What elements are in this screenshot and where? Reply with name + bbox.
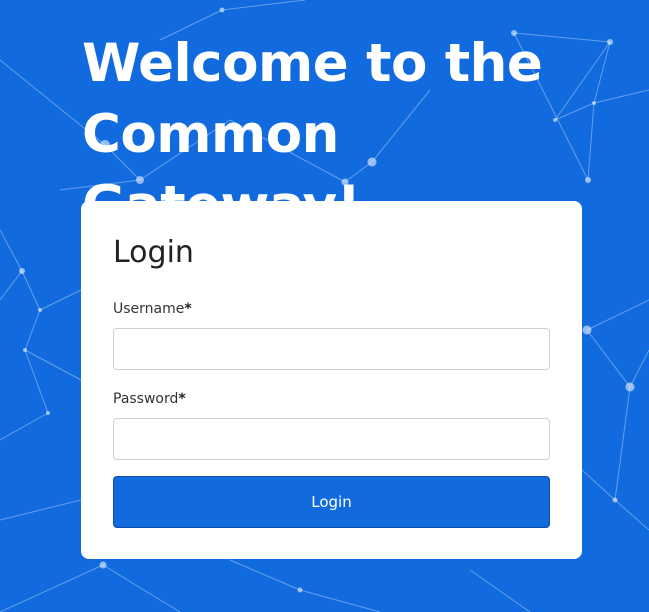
username-label-text: Username: [113, 301, 185, 317]
username-label: Username*: [113, 300, 192, 318]
username-input[interactable]: [113, 328, 550, 370]
password-label-text: Password: [113, 391, 179, 407]
required-marker: *: [184, 301, 192, 317]
login-button[interactable]: Login: [113, 476, 550, 528]
login-card: Login Username* Password* Login: [81, 201, 582, 559]
required-marker: *: [178, 391, 186, 407]
login-heading: Login: [113, 235, 194, 270]
password-input[interactable]: [113, 418, 550, 460]
password-label: Password*: [113, 390, 186, 408]
